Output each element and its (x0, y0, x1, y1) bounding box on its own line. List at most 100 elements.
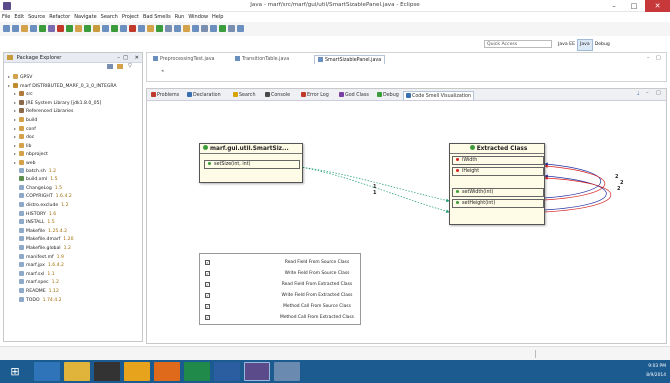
quick-access-input[interactable]: Quick Access (484, 40, 552, 48)
menu-search[interactable]: Search (99, 12, 120, 22)
internet-explorer-icon[interactable] (34, 362, 60, 381)
method-setwidth[interactable]: setWidth(int) (452, 188, 544, 197)
view-tab-declaration[interactable]: Declaration (185, 91, 223, 100)
close-button[interactable]: ✕ (645, 0, 670, 12)
eclipse-taskbar-icon[interactable] (244, 362, 270, 381)
legend-checkbox[interactable]: ✓ (205, 260, 210, 265)
tree-item[interactable]: build.xml 1.5 (14, 176, 58, 183)
toolbar-tool-icon[interactable] (120, 25, 127, 32)
toolbar-tool-icon[interactable] (57, 25, 64, 32)
tree-item[interactable]: ▸ JRE System Library [jdk1.8.0_05] (14, 99, 101, 106)
tree-item[interactable]: batch.sh 1.2 (14, 167, 56, 175)
link-editor-icon[interactable] (117, 64, 123, 69)
scroll-left-icon[interactable]: ◂ (161, 68, 164, 74)
legend-checkbox[interactable]: ✓ (205, 293, 210, 298)
toolbar-tool-icon[interactable] (30, 25, 37, 32)
tree-item[interactable]: ▸ doc (14, 133, 34, 140)
app-taskbar-icon[interactable] (274, 362, 300, 381)
view-tab-code-smell[interactable]: Code Smell Visualization (403, 91, 474, 100)
extracted-class-box[interactable]: Extracted Class iWidth iHeight setWidth(… (449, 143, 545, 225)
chrome-icon[interactable] (124, 362, 150, 381)
field-iwidth[interactable]: iWidth (452, 156, 544, 165)
method-setheight[interactable]: setHeight(int) (452, 199, 544, 208)
tree-item[interactable]: Makefile 1.25.4.2 (14, 227, 67, 235)
menu-bad-smells[interactable]: Bad Smells (141, 12, 173, 22)
menu-edit[interactable]: Edit (12, 12, 26, 22)
tree-item[interactable]: README 1.12 (14, 288, 59, 295)
diagram-canvas[interactable]: marf.gui.util.SmartSiz... setSize(int, i… (147, 101, 666, 343)
maximize-view-icon[interactable]: □ (123, 53, 128, 63)
menu-help[interactable]: Help (210, 12, 225, 22)
tree-item[interactable]: COPYRIGHT 1.6.4.2 (14, 193, 72, 200)
tree-item[interactable]: ChangeLog 1.5 (14, 184, 62, 192)
file-explorer-icon[interactable] (64, 362, 90, 381)
editor-minimize-icon[interactable]: – (647, 55, 650, 61)
source-class-box[interactable]: marf.gui.util.SmartSiz... setSize(int, i… (199, 143, 303, 183)
minimize-view-icon[interactable]: – (117, 53, 120, 63)
view-tab-problems[interactable]: Problems (149, 91, 181, 100)
toolbar-tool-icon[interactable] (156, 25, 163, 32)
menu-navigate[interactable]: Navigate (72, 12, 98, 22)
paint-icon[interactable] (154, 362, 180, 381)
word-icon[interactable] (214, 362, 240, 381)
tree-item[interactable]: INSTALL 1.5 (14, 219, 55, 226)
tree-item[interactable]: ▸ marf DISTRIBUTED_MARF_0_3_0_INTEGRA (8, 82, 117, 89)
menu-window[interactable]: Window (186, 12, 210, 22)
toolbar-tool-icon[interactable] (210, 25, 217, 32)
view-tab-god-class[interactable]: God Class (337, 91, 371, 100)
toolbar-tool-icon[interactable] (129, 25, 136, 32)
toolbar-tool-icon[interactable] (219, 25, 226, 32)
menu-run[interactable]: Run (173, 12, 187, 22)
legend-checkbox[interactable]: ✓ (205, 271, 210, 276)
tree-item[interactable]: marf.spec 1.2 (14, 279, 59, 286)
legend-checkbox[interactable]: ✓ (205, 282, 210, 287)
view-minimize-icon[interactable]: – (646, 90, 649, 96)
view-tab-search[interactable]: Search (231, 91, 257, 100)
media-player-icon[interactable] (94, 362, 120, 381)
tree-item[interactable]: ▸ nbproject (14, 150, 48, 157)
toolbar-tool-icon[interactable] (12, 25, 19, 32)
tree-item[interactable]: ▸ conf (14, 125, 36, 132)
field-iheight[interactable]: iHeight (452, 167, 544, 176)
view-tab-console[interactable]: Console (263, 91, 292, 100)
tree-item[interactable]: marf.jpx 1.6.4.2 (14, 262, 64, 269)
editor-tab[interactable]: SmartSizablePanel.java (314, 55, 386, 64)
toolbar-tool-icon[interactable] (21, 25, 28, 32)
editor-maximize-icon[interactable]: □ (656, 55, 661, 61)
toolbar-tool-icon[interactable] (201, 25, 208, 32)
toolbar-tool-icon[interactable] (102, 25, 109, 32)
perspective-java[interactable]: Java (576, 39, 593, 51)
perspective-debug[interactable]: Debug (593, 40, 612, 50)
toolbar-tool-icon[interactable] (84, 25, 91, 32)
toolbar-tool-icon[interactable] (3, 25, 10, 32)
tree-item[interactable]: ▸ Referenced Libraries (14, 107, 73, 114)
toolbar-tool-icon[interactable] (111, 25, 118, 32)
maximize-button[interactable]: □ (624, 0, 644, 12)
tree-item[interactable]: Makefile.dmarf 1.20 (14, 236, 74, 243)
toolbar-tool-icon[interactable] (138, 25, 145, 32)
toolbar-tool-icon[interactable] (48, 25, 55, 32)
collapse-all-icon[interactable] (107, 64, 113, 69)
toolbar-tool-icon[interactable] (66, 25, 73, 32)
toolbar-tool-icon[interactable] (174, 25, 181, 32)
toolbar-tool-icon[interactable] (183, 25, 190, 32)
tree-item[interactable]: ▸ web (14, 159, 36, 166)
view-tab-debug[interactable]: Debug (375, 91, 401, 100)
view-maximize-icon[interactable]: □ (656, 90, 661, 96)
editor-tab[interactable]: PreprocessingTest.java (150, 55, 218, 64)
view-tab-error-log[interactable]: Error Log (299, 91, 331, 100)
tree-item[interactable]: TODO 1.74.4.2 (14, 296, 62, 304)
legend-checkbox[interactable]: ✓ (205, 304, 210, 309)
view-toolbar-icon[interactable]: ⇣ (636, 91, 640, 97)
toolbar-tool-icon[interactable] (228, 25, 235, 32)
tree-item[interactable]: ▸ GPSV (8, 73, 32, 80)
tree-item[interactable]: distro.exclude 1.2 (14, 202, 69, 209)
menu-project[interactable]: Project (120, 12, 141, 22)
toolbar-tool-icon[interactable] (39, 25, 46, 32)
windows-start-icon[interactable]: ⊞ (2, 362, 28, 381)
tree-item[interactable]: ▸ lib (14, 142, 31, 149)
toolbar-tool-icon[interactable] (192, 25, 199, 32)
member-setsize[interactable]: setSize(int, int) (204, 160, 300, 169)
toolbar-tool-icon[interactable] (93, 25, 100, 32)
view-menu-icon[interactable]: ▽ (128, 63, 132, 69)
